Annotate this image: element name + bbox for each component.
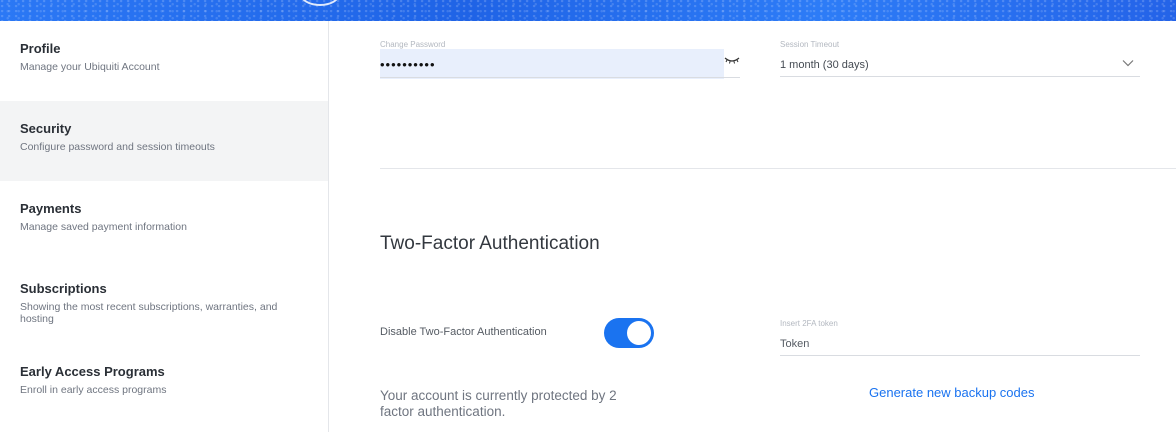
two-factor-toggle[interactable] — [604, 318, 654, 348]
sidebar-item-profile[interactable]: Profile Manage your Ubiquiti Account — [0, 21, 328, 101]
session-timeout-select[interactable]: 1 month (30 days) — [780, 53, 1140, 77]
sidebar-item-title: Early Access Programs — [20, 364, 165, 379]
password-field[interactable] — [380, 49, 724, 79]
session-timeout-label: Session Timeout — [780, 40, 840, 49]
eye-closed-icon[interactable] — [724, 55, 740, 65]
sidebar-item-title: Security — [20, 121, 72, 136]
sidebar: Profile Manage your Ubiquiti Account Sec… — [0, 21, 329, 432]
sidebar-item-title: Payments — [20, 201, 82, 216]
sidebar-item-desc: Showing the most recent subscriptions, w… — [20, 301, 278, 325]
top-banner — [0, 0, 1176, 21]
password-underline — [380, 77, 740, 78]
sidebar-item-early-access[interactable]: Early Access Programs Enroll in early ac… — [0, 344, 328, 424]
two-factor-toggle-label: Disable Two-Factor Authentication — [380, 326, 547, 338]
sidebar-item-subscriptions[interactable]: Subscriptions Showing the most recent su… — [0, 261, 328, 341]
token-label: Insert 2FA token — [780, 319, 838, 328]
section-divider — [380, 168, 1176, 169]
sidebar-item-payments[interactable]: Payments Manage saved payment informatio… — [0, 181, 328, 261]
sidebar-item-desc: Manage saved payment information — [20, 221, 187, 233]
toggle-knob — [627, 321, 651, 345]
security-panel: Change Password Session Timeout 1 month … — [330, 21, 1176, 432]
sidebar-item-security[interactable]: Security Configure password and session … — [0, 101, 328, 181]
two-factor-title: Two-Factor Authentication — [380, 233, 600, 254]
logo-icon — [300, 0, 340, 6]
sidebar-item-desc: Configure password and session timeouts — [20, 141, 215, 153]
sidebar-item-title: Profile — [20, 41, 61, 56]
protection-status-text: Your account is currently protected by 2… — [380, 388, 617, 419]
generate-backup-codes-link[interactable]: Generate new backup codes — [869, 385, 1035, 400]
chevron-down-icon — [1122, 60, 1134, 67]
token-input[interactable] — [780, 332, 1140, 356]
session-timeout-value: 1 month (30 days) — [780, 59, 869, 71]
sidebar-item-desc: Manage your Ubiquiti Account — [20, 61, 160, 73]
sidebar-item-desc: Enroll in early access programs — [20, 384, 167, 396]
password-label: Change Password — [380, 40, 446, 49]
sidebar-item-title: Subscriptions — [20, 281, 107, 296]
